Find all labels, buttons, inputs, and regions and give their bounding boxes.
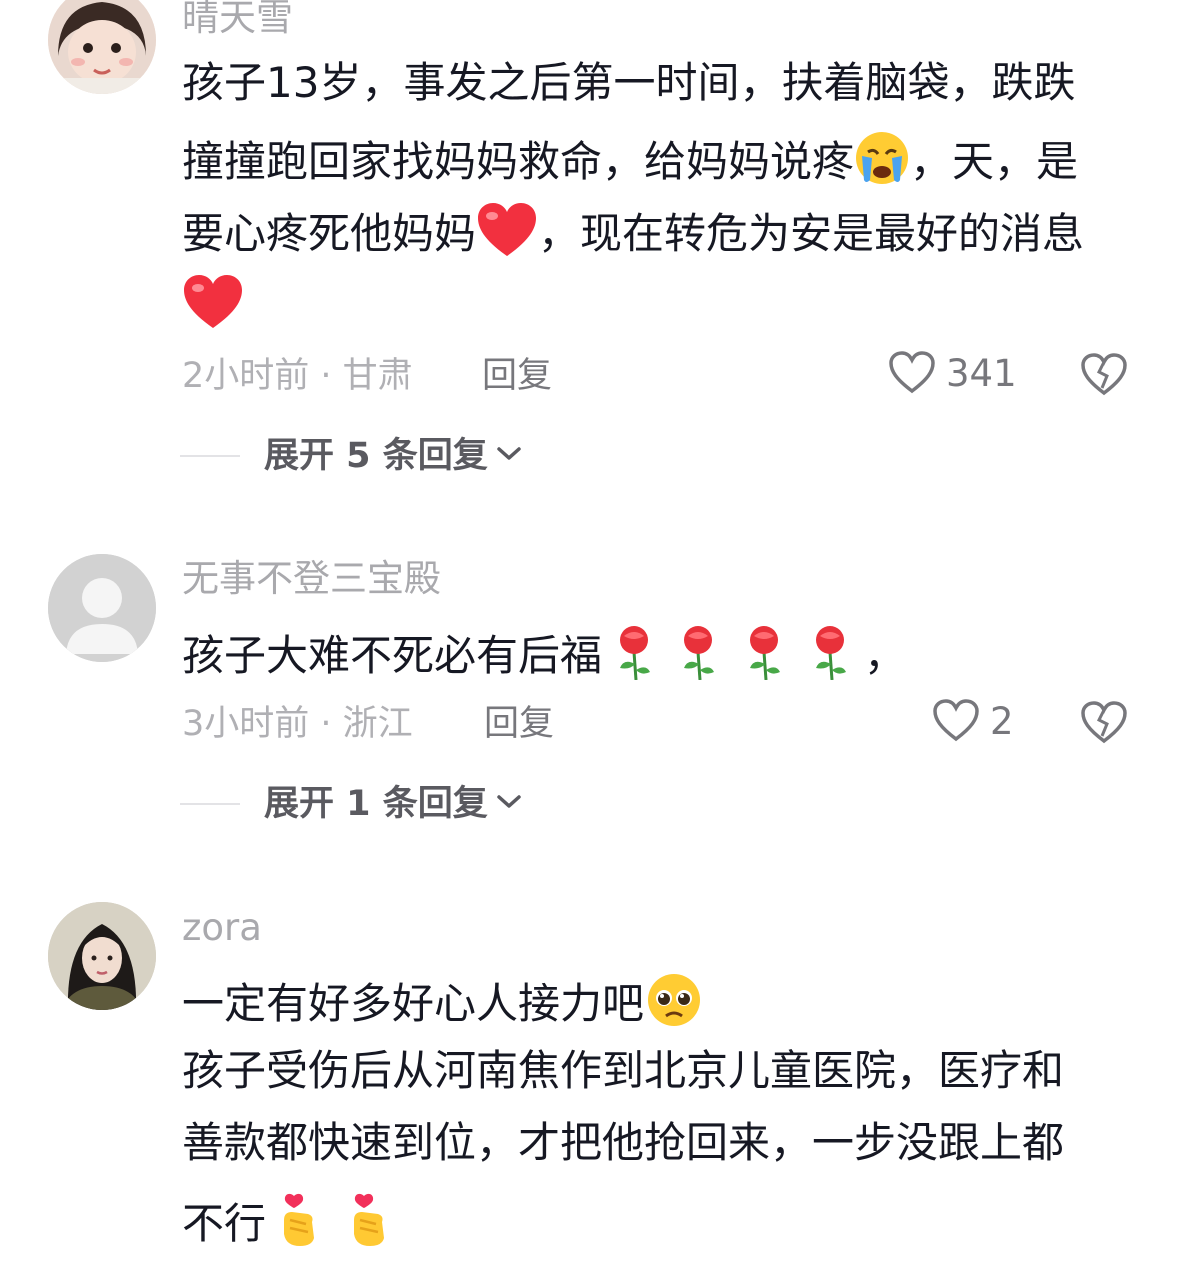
expand-replies-button[interactable]: 展开 1 条回复 [180, 782, 522, 826]
comment-text-line: 撞撞跑回家找妈妈救命，给妈妈说疼 ，天，是 [182, 130, 1078, 197]
like-button[interactable]: 341 [888, 350, 1017, 398]
default-user-icon [48, 554, 156, 662]
chevron-down-icon [496, 445, 522, 467]
divider [180, 803, 240, 805]
username[interactable]: 晴天雪 [182, 0, 293, 40]
comment-text-line: 善款都快速到位，才把他抢回来，一步没跟上都 [182, 1118, 1065, 1167]
rose-emoji-icon [666, 624, 732, 691]
broken-heart-icon [1080, 701, 1128, 748]
comment-text-line: 不行 [182, 1190, 402, 1259]
username[interactable]: zora [182, 906, 262, 950]
rose-emoji-icon [798, 624, 864, 691]
comment-text-line: 孩子13岁，事发之后第一时间，扶着脑袋，跌跌 [182, 58, 1076, 107]
reply-button[interactable]: 回复 [484, 702, 554, 746]
dislike-button[interactable] [1080, 352, 1128, 400]
red-heart-emoji-icon [476, 202, 538, 269]
finger-heart-emoji-icon [340, 1190, 402, 1259]
reply-button[interactable]: 回复 [482, 354, 552, 398]
avatar[interactable] [48, 554, 156, 662]
expand-replies-button[interactable]: 展开 5 条回复 [180, 434, 522, 478]
expand-replies-label: 展开 5 条回复 [264, 436, 488, 476]
rose-emoji-icon [732, 624, 798, 691]
dislike-button[interactable] [1080, 700, 1128, 748]
broken-heart-icon [1080, 353, 1128, 400]
heart-outline-icon [888, 350, 936, 398]
like-count: 341 [946, 352, 1017, 395]
divider [180, 455, 240, 457]
avatar-woman-image [48, 902, 156, 1010]
like-count: 2 [990, 700, 1014, 743]
expand-replies-label: 展开 1 条回复 [264, 784, 488, 824]
comment-text-line: 孩子大难不死必有后福， [182, 624, 906, 691]
pleading-face-emoji-icon [644, 972, 704, 1039]
comment-text-line: 孩子受伤后从河南焦作到北京儿童医院，医疗和 [182, 1046, 1065, 1095]
comment-time-location: 3小时前 · 浙江 [182, 704, 413, 744]
rose-emoji-icon [604, 624, 666, 691]
avatar[interactable] [48, 0, 156, 94]
heart-outline-icon [932, 698, 980, 746]
username[interactable]: 无事不登三宝殿 [182, 557, 441, 601]
finger-heart-emoji-icon [270, 1190, 332, 1259]
avatar[interactable] [48, 902, 156, 1010]
crying-face-emoji-icon [854, 130, 910, 197]
comment-time-location: 2小时前 · 甘肃 [182, 356, 413, 396]
chevron-down-icon [496, 793, 522, 815]
like-button[interactable]: 2 [932, 698, 1014, 746]
comment-text-line: 要心疼死他妈妈 ，现在转危为安是最好的消息 [182, 202, 1084, 269]
red-heart-emoji-icon [182, 274, 244, 341]
comment-text-line [182, 274, 244, 341]
avatar-child-image [48, 0, 156, 94]
comment-text-line: 一定有好多好心人接力吧 [182, 972, 704, 1039]
